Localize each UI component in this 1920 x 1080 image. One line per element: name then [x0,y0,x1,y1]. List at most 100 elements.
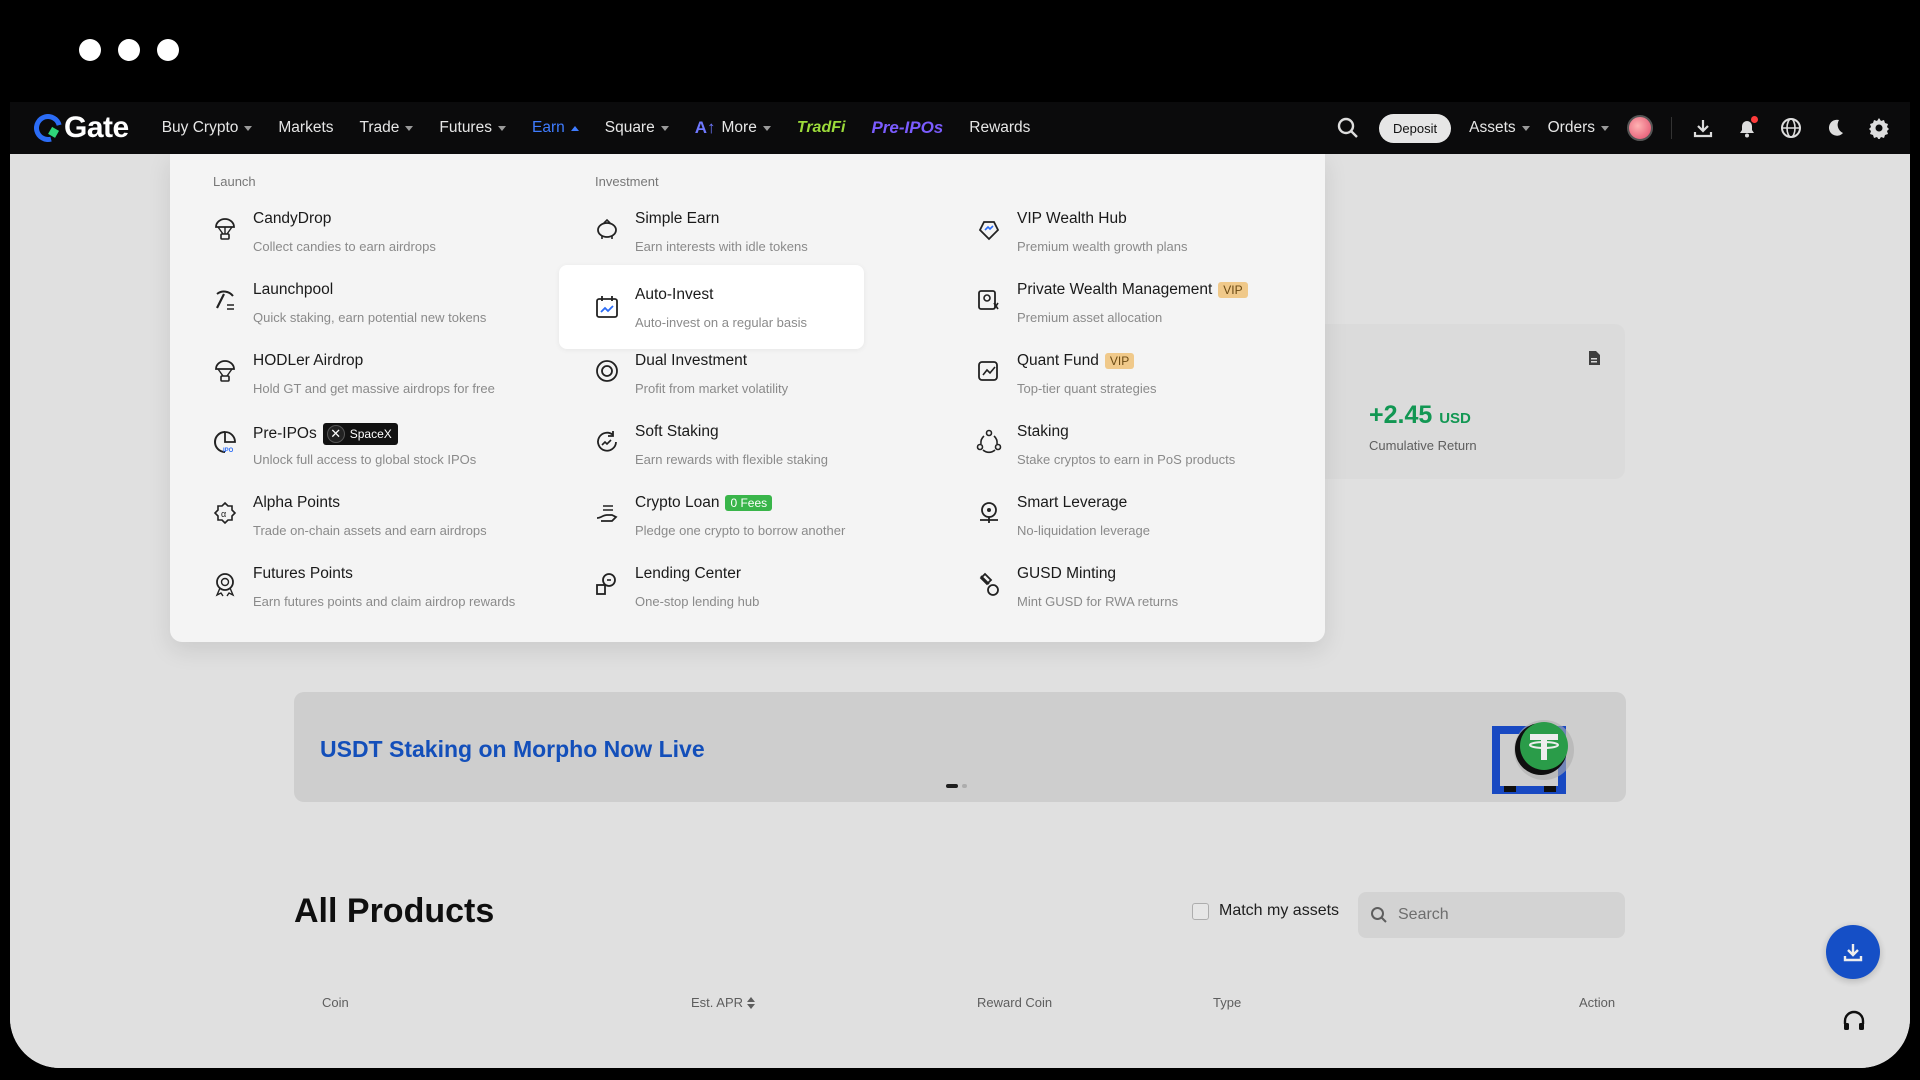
menu-item-futures-points[interactable]: Futures Points Earn futures points and c… [192,551,515,619]
theme-toggle[interactable] [1822,115,1848,141]
settings-button[interactable] [1866,115,1892,141]
menu-item-title: Soft Staking [635,423,719,440]
assets-label: Assets [1469,119,1516,136]
menu-item-desc: No-liquidation leverage [1017,523,1150,538]
window-dot-close[interactable] [79,39,101,61]
menu-item-desc: Premium asset allocation [1017,310,1163,325]
nav-square[interactable]: Square [592,119,682,137]
nav-futures[interactable]: Futures [426,119,519,137]
menu-item-desc: One-stop lending hub [635,594,760,609]
menu-item-auto-invest[interactable]: Auto-Invest Auto-invest on a regular bas… [559,265,864,349]
menu-item-title: VIP Wealth Hub [1017,210,1127,227]
menu-item-title: Launchpool [253,281,334,298]
menu-item-title: Smart Leverage [1017,494,1128,511]
lending-icon [596,573,616,595]
nav-label: Markets [278,119,334,136]
hand-coin-icon [596,505,618,522]
menu-item-alpha-points[interactable]: α Alpha Points Trade on-chain assets and… [192,480,497,548]
menu-item-title: Futures Points [253,565,353,582]
deposit-button[interactable]: Deposit [1379,113,1452,143]
nav-label: More [721,119,757,136]
spacex-badge-label: SpaceX [349,427,392,441]
download-icon [1693,120,1713,138]
pickaxe-icon [216,290,234,310]
menu-item-private-wealth-management[interactable]: Private Wealth Management VIP Premium as… [956,267,1296,335]
gear-icon [1869,118,1889,139]
menu-item-simple-earn[interactable]: Simple Earn Earn interests with idle tok… [574,196,879,264]
piggy-bank-icon [597,218,617,239]
avatar[interactable] [1627,115,1653,141]
window-dot-minimize[interactable] [118,39,140,61]
chevron-down-icon [1601,125,1609,131]
menu-item-title: Crypto Loan 0 Fees [635,494,773,512]
menu-item-desc: Hold GT and get massive airdrops for fre… [253,381,495,396]
menu-item-candydrop[interactable]: CandyDrop Collect candies to earn airdro… [192,196,497,264]
nav-earn[interactable]: Earn [519,119,592,137]
menu-item-desc: Earn futures points and claim airdrop re… [253,594,516,609]
menu-item-title-text: Quant Fund [1017,352,1099,369]
menu-item-crypto-loan[interactable]: Crypto Loan 0 Fees Pledge one crypto to … [574,480,879,548]
candy-parachute-icon [215,218,235,240]
nav-label: Buy Crypto [161,119,239,136]
search-button[interactable] [1335,115,1361,141]
window-dot-maximize[interactable] [157,39,179,61]
gate-logo[interactable]: Gate [28,108,129,148]
chevron-down-icon [497,125,506,131]
menu-item-desc: Collect candies to earn airdrops [253,239,436,254]
nav-buy-crypto[interactable]: Buy Crypto [149,119,266,137]
menu-item-title: Pre-IPOs ✕ SpaceX [253,423,398,445]
menu-item-pre-ipos[interactable]: IPO Pre-IPOs ✕ SpaceX Unlock full access … [192,409,497,477]
language-button[interactable] [1778,115,1804,141]
chevron-up-icon [570,125,579,131]
nav-rewards[interactable]: Rewards [956,119,1043,137]
launch-column-title: Launch [213,174,256,189]
nav-pre-ipos[interactable]: Pre-IPOs [858,118,956,138]
menu-item-smart-leverage[interactable]: Smart Leverage No-liquidation leverage [956,480,1261,548]
nav-tradfi[interactable]: TradFi [784,119,859,137]
menu-item-desc: Pledge one crypto to borrow another [635,523,846,538]
assets-dropdown[interactable]: Assets [1469,119,1530,137]
vip-badge: VIP [1218,282,1248,298]
browser-viewport: +2.45 USD Cumulative Return USDT Staking… [10,102,1910,1068]
menu-item-title: GUSD Minting [1017,565,1117,582]
orders-label: Orders [1547,119,1595,136]
nav-label: Trade [359,119,400,136]
globe-icon [1781,118,1801,138]
menu-item-title-text: Private Wealth Management [1017,281,1213,298]
menu-item-vip-wealth-hub[interactable]: VIP Wealth Hub Premium wealth growth pla… [956,196,1261,264]
nav-trade[interactable]: Trade [347,119,427,137]
menu-item-desc: Earn rewards with flexible staking [635,452,828,467]
menu-item-title: Quant Fund VIP [1017,352,1135,370]
spacex-badge: ✕ SpaceX [322,423,398,445]
menu-item-soft-staking[interactable]: Soft Staking Earn rewards with flexible … [574,409,879,477]
menu-item-dual-investment[interactable]: Dual Investment Profit from market volat… [574,338,879,406]
private-user-icon [978,290,999,310]
logo-text: Gate [64,111,129,144]
menu-item-quant-fund[interactable]: Quant Fund VIP Top-tier quant strategies [956,338,1261,406]
notifications-button[interactable] [1734,115,1760,141]
menu-item-desc: Trade on-chain assets and earn airdrops [253,523,487,538]
chevron-down-icon [244,125,253,131]
nav-markets[interactable]: Markets [265,119,346,137]
nav-label: Earn [531,119,565,136]
app-download-button[interactable] [1690,115,1716,141]
nav-label: TradFi [796,119,846,136]
orders-dropdown[interactable]: Orders [1548,119,1609,137]
nav-menu: Buy Crypto Markets Trade Futures Earn Sq… [149,118,1044,138]
menu-item-title: Auto-Invest [635,286,714,303]
menu-item-hodler-airdrop[interactable]: HODLer Airdrop Hold GT and get massive a… [192,338,497,406]
staking-cycle-icon [597,431,617,452]
menu-item-staking[interactable]: Staking Stake cryptos to earn in PoS pro… [956,409,1261,477]
vip-badge: VIP [1104,353,1135,369]
calendar-chart-icon [596,296,618,318]
alpha-gear-icon: α [213,501,237,525]
chevron-down-icon [405,125,414,131]
menu-item-lending-center[interactable]: Lending Center One-stop lending hub [574,551,879,619]
menu-item-launchpool[interactable]: Launchpool Quick staking, earn potential… [192,267,497,335]
menu-item-gusd-minting[interactable]: GUSD Minting Mint GUSD for RWA returns [956,551,1261,619]
network-nodes-icon [976,429,1002,454]
investment-column-title: Investment [595,174,659,189]
menu-item-title: CandyDrop [253,210,332,227]
nav-more[interactable]: A↑ More [682,118,784,138]
menu-item-title-text: Crypto Loan [635,494,720,511]
